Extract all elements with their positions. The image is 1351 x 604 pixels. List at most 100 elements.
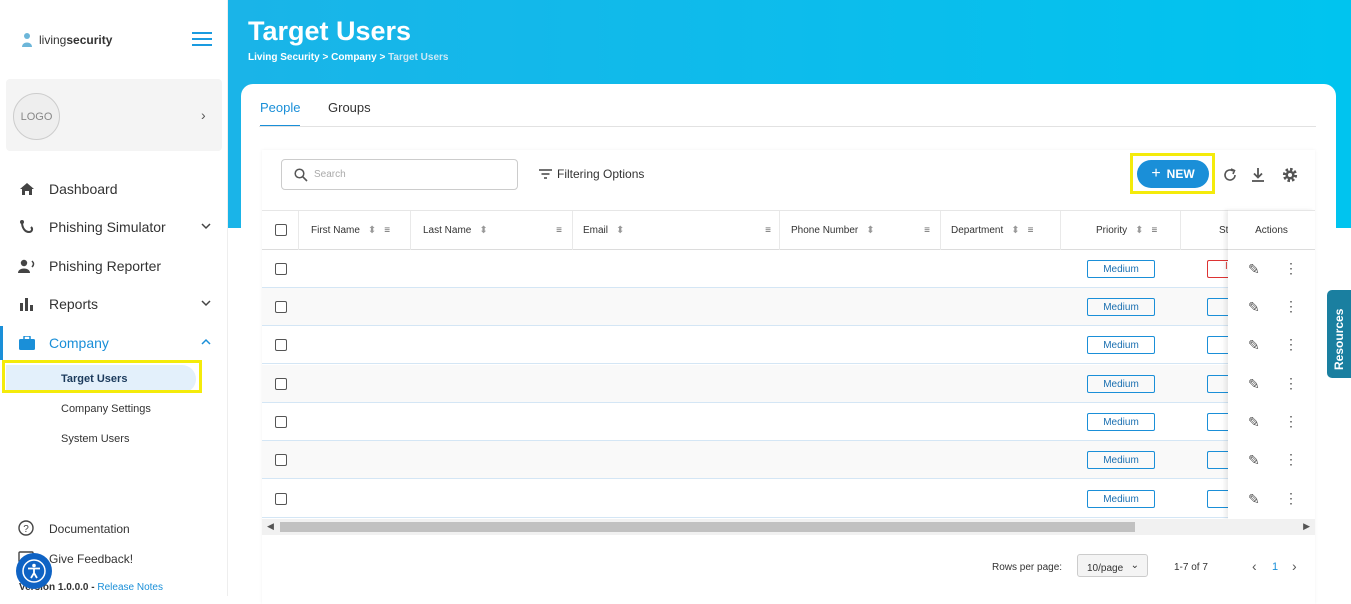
col-email[interactable]: Email ⬍ ≡: [573, 211, 780, 250]
col-priority[interactable]: Priority ⬍ ≡: [1061, 211, 1181, 250]
col-label: Phone Number: [791, 225, 859, 236]
nav-label: Phishing Reporter: [49, 258, 162, 274]
more-icon[interactable]: ⋮: [1284, 260, 1298, 277]
row-checkbox[interactable]: [275, 301, 287, 313]
new-label: NEW: [1166, 167, 1195, 181]
nav-reports[interactable]: Reports: [0, 287, 228, 321]
more-icon[interactable]: ⋮: [1284, 375, 1298, 392]
more-icon[interactable]: ⋮: [1284, 336, 1298, 353]
bar-chart-icon: [18, 295, 36, 313]
col-label: Department: [951, 225, 1004, 236]
nav-dashboard[interactable]: Dashboard: [0, 172, 228, 206]
table-row[interactable]: Medium: [262, 441, 1315, 479]
scrollbar-thumb[interactable]: [280, 522, 1135, 532]
documentation-link[interactable]: ? Documentation: [18, 520, 130, 538]
filter-icon[interactable]: ≡: [556, 225, 562, 236]
chevron-down-icon: [201, 300, 211, 307]
filter-icon[interactable]: ≡: [924, 225, 930, 236]
chevron-right-icon: ›: [201, 107, 206, 123]
page-range: 1-7 of 7: [1174, 562, 1208, 573]
breadcrumb-living-security[interactable]: Living Security: [248, 52, 320, 63]
search-icon: [294, 167, 308, 182]
col-last-name[interactable]: Last Name ⬍ ≡: [411, 211, 573, 250]
tab-groups[interactable]: Groups: [328, 100, 371, 125]
breadcrumb-company[interactable]: Company: [331, 52, 377, 63]
edit-icon[interactable]: ✎: [1248, 337, 1260, 354]
next-page-icon[interactable]: ›: [1292, 558, 1297, 574]
row-checkbox[interactable]: [275, 339, 287, 351]
priority-badge: Medium: [1087, 336, 1155, 354]
table-row[interactable]: Medium In: [262, 250, 1315, 288]
search-input[interactable]: Search: [281, 159, 518, 190]
horizontal-scrollbar[interactable]: ◀ ▶: [262, 519, 1315, 535]
page-number[interactable]: 1: [1272, 561, 1278, 573]
release-notes-link[interactable]: Release Notes: [97, 582, 163, 593]
rows-per-page-select[interactable]: 10/page ⌄: [1077, 554, 1148, 577]
gear-icon[interactable]: [1281, 166, 1299, 184]
table-row[interactable]: Medium: [262, 326, 1315, 364]
accessibility-button[interactable]: [16, 553, 52, 589]
edit-icon[interactable]: ✎: [1248, 414, 1260, 431]
edit-icon[interactable]: ✎: [1248, 452, 1260, 469]
sort-icon[interactable]: ⬍: [616, 225, 624, 236]
select-all-checkbox[interactable]: [275, 224, 287, 236]
col-phone-number[interactable]: Phone Number ⬍ ≡: [780, 211, 941, 250]
row-checkbox[interactable]: [275, 454, 287, 466]
nav-phishing-reporter[interactable]: Phishing Reporter: [0, 249, 228, 283]
tab-people[interactable]: People: [260, 100, 301, 127]
sort-icon[interactable]: ⬍: [866, 225, 874, 236]
new-button[interactable]: + NEW: [1137, 160, 1209, 188]
filter-icon[interactable]: ≡: [765, 225, 771, 236]
filter-icon[interactable]: ≡: [1028, 225, 1034, 236]
resources-tab[interactable]: Resources: [1327, 290, 1351, 378]
row-actions: ✎ ⋮: [1228, 288, 1315, 326]
nav-company[interactable]: Company: [0, 326, 228, 360]
table-row[interactable]: Medium: [262, 403, 1315, 441]
col-status[interactable]: St: [1181, 211, 1231, 250]
more-icon[interactable]: ⋮: [1284, 298, 1298, 315]
col-first-name[interactable]: First Name ⬍ ≡: [299, 211, 411, 250]
row-checkbox[interactable]: [275, 416, 287, 428]
menu-toggle-icon[interactable]: [192, 32, 212, 48]
actions-column: Actions ✎ ⋮ ✎ ⋮ ✎ ⋮ ✎ ⋮ ✎ ⋮ ✎ ⋮ ✎ ⋮: [1228, 210, 1315, 519]
filtering-options-button[interactable]: Filtering Options: [539, 167, 644, 181]
subnav-company-settings[interactable]: Company Settings: [0, 395, 200, 423]
filter-icon[interactable]: ≡: [384, 225, 390, 236]
hook-icon: [18, 218, 36, 236]
scroll-right-icon[interactable]: ▶: [1303, 521, 1310, 532]
scroll-left-icon[interactable]: ◀: [267, 521, 274, 532]
documentation-label: Documentation: [49, 522, 130, 536]
edit-icon[interactable]: ✎: [1248, 261, 1260, 278]
organization-card[interactable]: LOGO ›: [6, 79, 222, 151]
edit-icon[interactable]: ✎: [1248, 299, 1260, 316]
col-department[interactable]: Department ⬍ ≡: [941, 211, 1061, 250]
sort-icon[interactable]: ⬍: [479, 225, 487, 236]
priority-badge: Medium: [1087, 490, 1155, 508]
feedback-label: Give Feedback!: [49, 552, 134, 566]
row-checkbox[interactable]: [275, 493, 287, 505]
more-icon[interactable]: ⋮: [1284, 413, 1298, 430]
subnav-system-users[interactable]: System Users: [0, 425, 200, 453]
row-checkbox[interactable]: [275, 263, 287, 275]
edit-icon[interactable]: ✎: [1248, 376, 1260, 393]
download-icon[interactable]: [1249, 166, 1267, 184]
refresh-icon[interactable]: [1221, 166, 1239, 184]
new-button-highlight: + NEW: [1130, 153, 1215, 194]
filter-icon[interactable]: ≡: [1152, 225, 1158, 236]
table-row[interactable]: Medium: [262, 365, 1315, 403]
living-security-logo[interactable]: living security: [20, 32, 112, 48]
edit-icon[interactable]: ✎: [1248, 491, 1260, 508]
brand-light: living: [39, 33, 67, 47]
sort-icon[interactable]: ⬍: [1011, 225, 1019, 236]
nav-phishing-simulator[interactable]: Phishing Simulator: [0, 210, 228, 244]
sort-icon[interactable]: ⬍: [1135, 225, 1143, 236]
prev-page-icon[interactable]: ‹: [1252, 558, 1257, 574]
more-icon[interactable]: ⋮: [1284, 490, 1298, 507]
more-icon[interactable]: ⋮: [1284, 451, 1298, 468]
row-actions: ✎ ⋮: [1228, 441, 1315, 479]
table-row[interactable]: Medium: [262, 288, 1315, 326]
sort-icon[interactable]: ⬍: [368, 225, 376, 236]
row-checkbox[interactable]: [275, 378, 287, 390]
row-actions: ✎ ⋮: [1228, 365, 1315, 403]
table-row[interactable]: Medium: [262, 480, 1315, 518]
